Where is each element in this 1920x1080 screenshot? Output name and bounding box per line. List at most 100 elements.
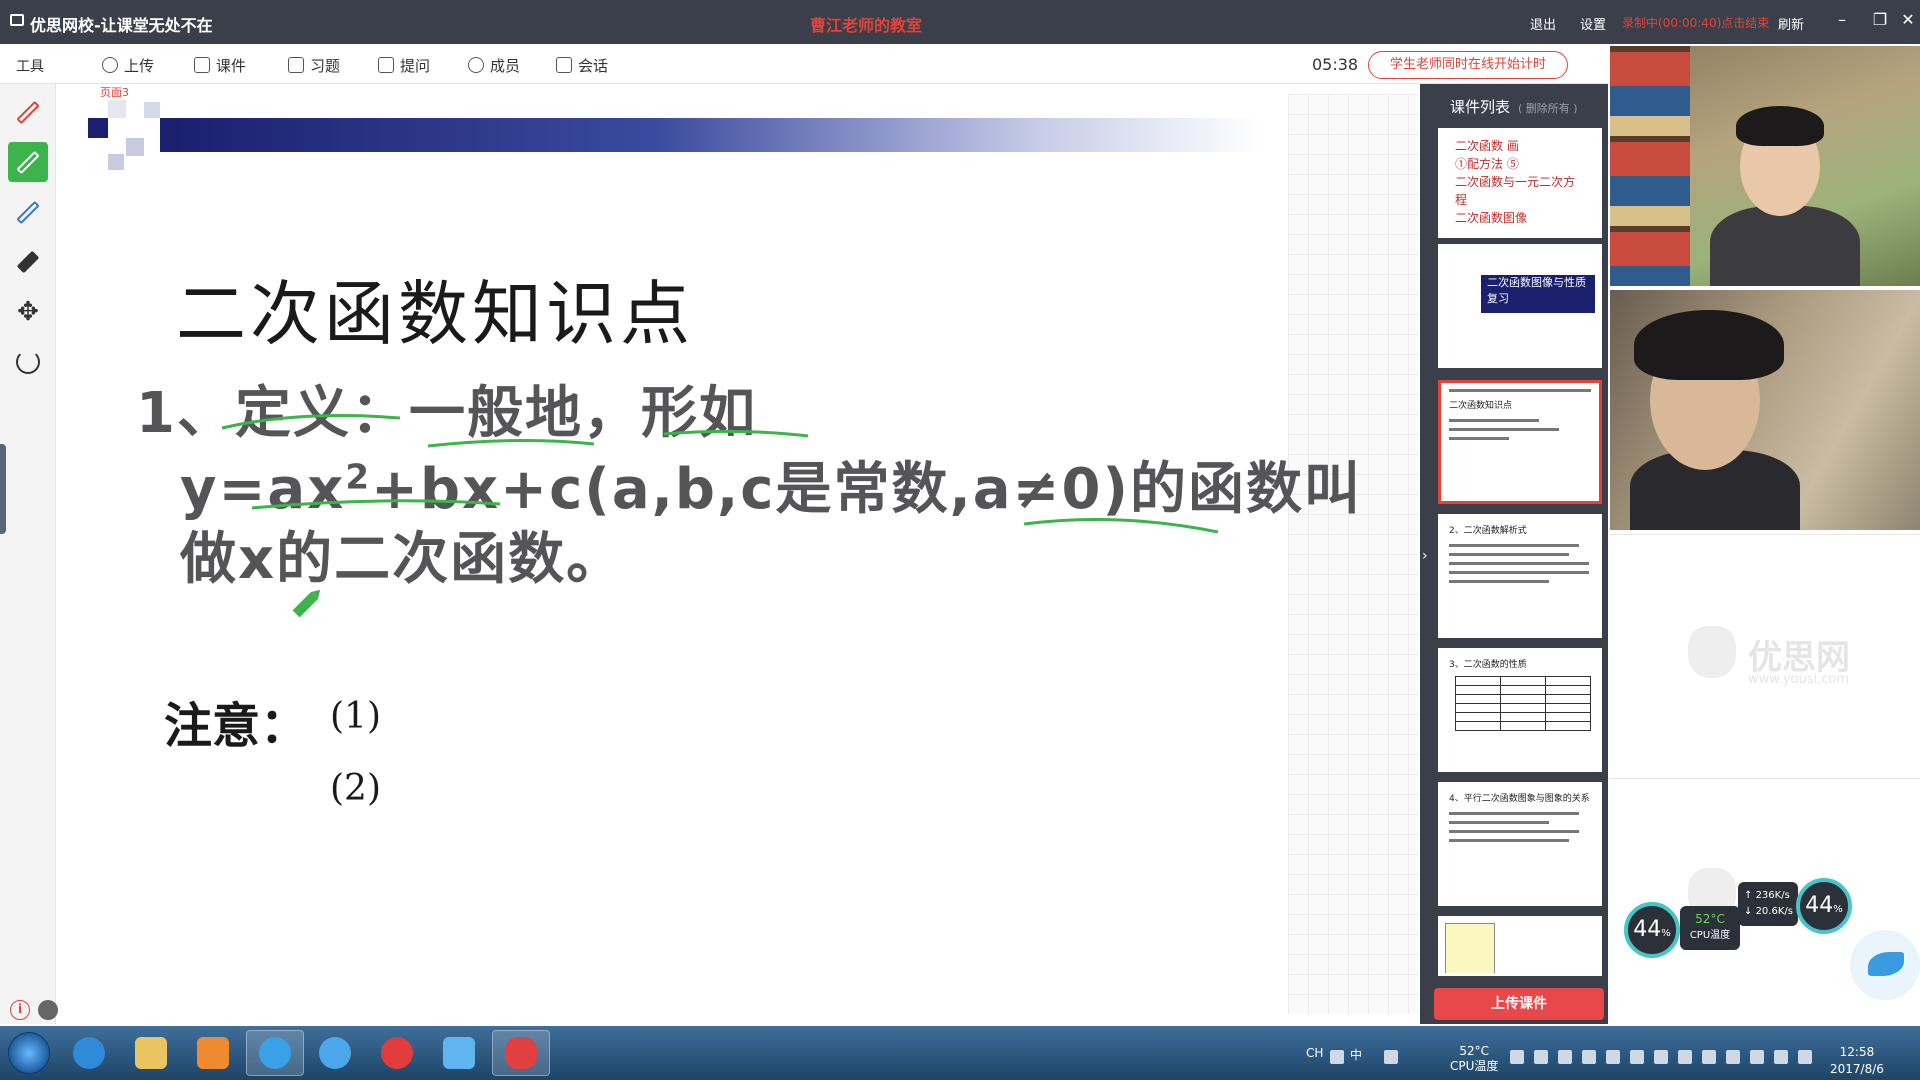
bird-app-taskbar-icon[interactable] <box>430 1030 488 1076</box>
thumb4-title: 2、二次函数解析式 <box>1449 526 1527 536</box>
student-video-feed[interactable] <box>1610 290 1920 530</box>
thumb1-line: 二次函数图像 <box>1455 211 1528 225</box>
yousi-taskbar-icon[interactable] <box>492 1030 550 1076</box>
delete-all-link[interactable]: ( 删除所有 ) <box>1518 100 1578 116</box>
thumb-text-line <box>1449 544 1579 547</box>
help-icon[interactable] <box>1384 1050 1398 1064</box>
cpu-temp-value: 52°C <box>1695 912 1725 926</box>
shield-icon[interactable] <box>1558 1050 1572 1064</box>
thumb-text-line <box>1449 419 1539 422</box>
explorer-taskbar-icon[interactable] <box>122 1030 180 1076</box>
ie-taskbar-icon[interactable] <box>60 1030 118 1076</box>
thumb-text-line <box>1449 830 1579 833</box>
courseware-thumb-5[interactable]: 3、二次函数的性质 <box>1438 648 1602 772</box>
thumb-text-line <box>1449 812 1579 815</box>
ime-mode[interactable]: 中 <box>1350 1046 1362 1063</box>
cpu-temp-widget: 52°C CPU温度 <box>1680 906 1740 950</box>
tray-cpu-temp: 52°C CPU温度 <box>1450 1044 1498 1074</box>
owl-app-icon <box>505 1037 537 1069</box>
thumb1-line: 二次函数 画 <box>1455 139 1519 153</box>
security-icon[interactable] <box>1630 1050 1644 1064</box>
media-player-taskbar-icon[interactable] <box>184 1030 242 1076</box>
chat-app-taskbar-icon[interactable] <box>306 1030 364 1076</box>
underline-stroke <box>221 414 401 430</box>
courseware-thumb-4[interactable]: 2、二次函数解析式 <box>1438 514 1602 638</box>
upload-speed-value: 236K/s <box>1755 890 1790 901</box>
courseware-thumb-2[interactable]: 二次函数图像与性质复习 <box>1438 244 1602 368</box>
courseware-thumb-3[interactable]: 二次函数知识点 <box>1438 380 1602 504</box>
gauge-percent: % <box>1661 928 1671 939</box>
taskbar-clock[interactable]: 12:58 2017/8/6 <box>1830 1044 1884 1078</box>
underline-stroke <box>663 429 809 438</box>
network-icon[interactable] <box>1606 1050 1620 1064</box>
thumb-text-line <box>1449 571 1589 574</box>
gauge-value: 44 <box>1805 893 1834 918</box>
sync-icon[interactable] <box>1750 1050 1764 1064</box>
courseware-thumb-7[interactable] <box>1438 916 1602 976</box>
thumb5-table <box>1455 676 1591 731</box>
music-app-icon <box>381 1037 413 1069</box>
download-speed-value: 20.6K/s <box>1755 906 1793 917</box>
tray-cpu-temp-value: 52°C <box>1459 1044 1490 1058</box>
cpu-usage-gauge-left[interactable]: 44% <box>1624 902 1680 958</box>
thumb-text-line <box>1449 839 1569 842</box>
thumb1-line: ①配方法 ⑤ <box>1455 157 1519 171</box>
gpu-icon[interactable] <box>1678 1050 1692 1064</box>
search-icon[interactable] <box>1330 1050 1344 1064</box>
flag-icon[interactable] <box>1774 1050 1788 1064</box>
courseware-list-title: 课件列表 <box>1450 98 1511 116</box>
teacher-hair <box>1736 106 1824 146</box>
upload-speed: ↑ 236K/s <box>1744 890 1790 901</box>
thumb-text-line <box>1449 821 1549 824</box>
mail-icon[interactable] <box>1582 1050 1596 1064</box>
watermark-url: www.yousi.com <box>1748 672 1850 687</box>
start-button-icon[interactable] <box>8 1032 50 1074</box>
cpu-temp-label: CPU温度 <box>1689 930 1731 941</box>
music-taskbar-icon[interactable] <box>368 1030 426 1076</box>
clock-date: 2017/8/6 <box>1830 1062 1884 1076</box>
browser-taskbar-icon[interactable] <box>246 1030 304 1076</box>
underline-stroke <box>1023 518 1219 534</box>
panel-expand-icon[interactable]: › <box>1422 548 1428 564</box>
battery-icon[interactable] <box>1654 1050 1668 1064</box>
gauge-percent: % <box>1833 904 1843 915</box>
folder-icon <box>135 1037 167 1069</box>
bird-tray-icon[interactable] <box>1510 1050 1524 1064</box>
owl-logo-icon <box>1688 626 1736 678</box>
ime-indicator[interactable]: CH <box>1306 1046 1323 1060</box>
wifi-icon[interactable] <box>1702 1050 1716 1064</box>
volume-icon[interactable] <box>1534 1050 1548 1064</box>
gauge-value: 44 <box>1633 917 1662 942</box>
thumb1-line: 二次函数与一元二次方程 <box>1455 175 1576 207</box>
courseware-thumb-6[interactable]: 4、平行二次函数图象与图象的关系 <box>1438 782 1602 906</box>
display-icon[interactable] <box>1798 1050 1812 1064</box>
thumb-text-line <box>1449 428 1559 431</box>
media-player-icon <box>197 1037 229 1069</box>
thumb-text-line <box>1449 562 1589 565</box>
courseware-thumb-1[interactable]: 二次函数 画 ①配方法 ⑤ 二次函数与一元二次方程 二次函数图像 <box>1438 128 1602 238</box>
ie-icon <box>73 1037 105 1069</box>
thumb-text-line <box>1449 437 1509 440</box>
bookshelf-background <box>1610 46 1690 286</box>
thumb-text-line <box>1449 580 1549 583</box>
underline-stroke <box>251 499 501 510</box>
teacher-video-feed[interactable] <box>1610 46 1920 286</box>
tools-icon[interactable] <box>1726 1050 1740 1064</box>
thumb3-title: 二次函数知识点 <box>1449 401 1513 411</box>
thumb5-title: 3、二次函数的性质 <box>1449 660 1527 670</box>
thumb1-handwriting: 二次函数 画 ①配方法 ⑤ 二次函数与一元二次方程 二次函数图像 <box>1441 131 1599 233</box>
bird-app-icon <box>443 1037 475 1069</box>
download-speed: ↓ 20.6K/s <box>1744 906 1793 917</box>
student-hair <box>1634 310 1784 380</box>
bird-mascot-icon[interactable] <box>1850 930 1920 1000</box>
tray-cpu-temp-label: CPU温度 <box>1450 1059 1499 1073</box>
cpu-usage-gauge-right[interactable]: 44% <box>1796 878 1852 934</box>
underline-stroke <box>427 438 595 448</box>
thumb2-title: 二次函数图像与性质复习 <box>1481 275 1595 313</box>
upload-courseware-button[interactable]: 上传课件 <box>1434 988 1604 1020</box>
browser-icon <box>259 1037 291 1069</box>
thumb6-title: 4、平行二次函数图象与图象的关系 <box>1449 794 1590 804</box>
green-pencil-cursor-icon <box>292 589 321 618</box>
teacher-body <box>1710 206 1860 286</box>
thumb-text-line <box>1449 553 1569 556</box>
